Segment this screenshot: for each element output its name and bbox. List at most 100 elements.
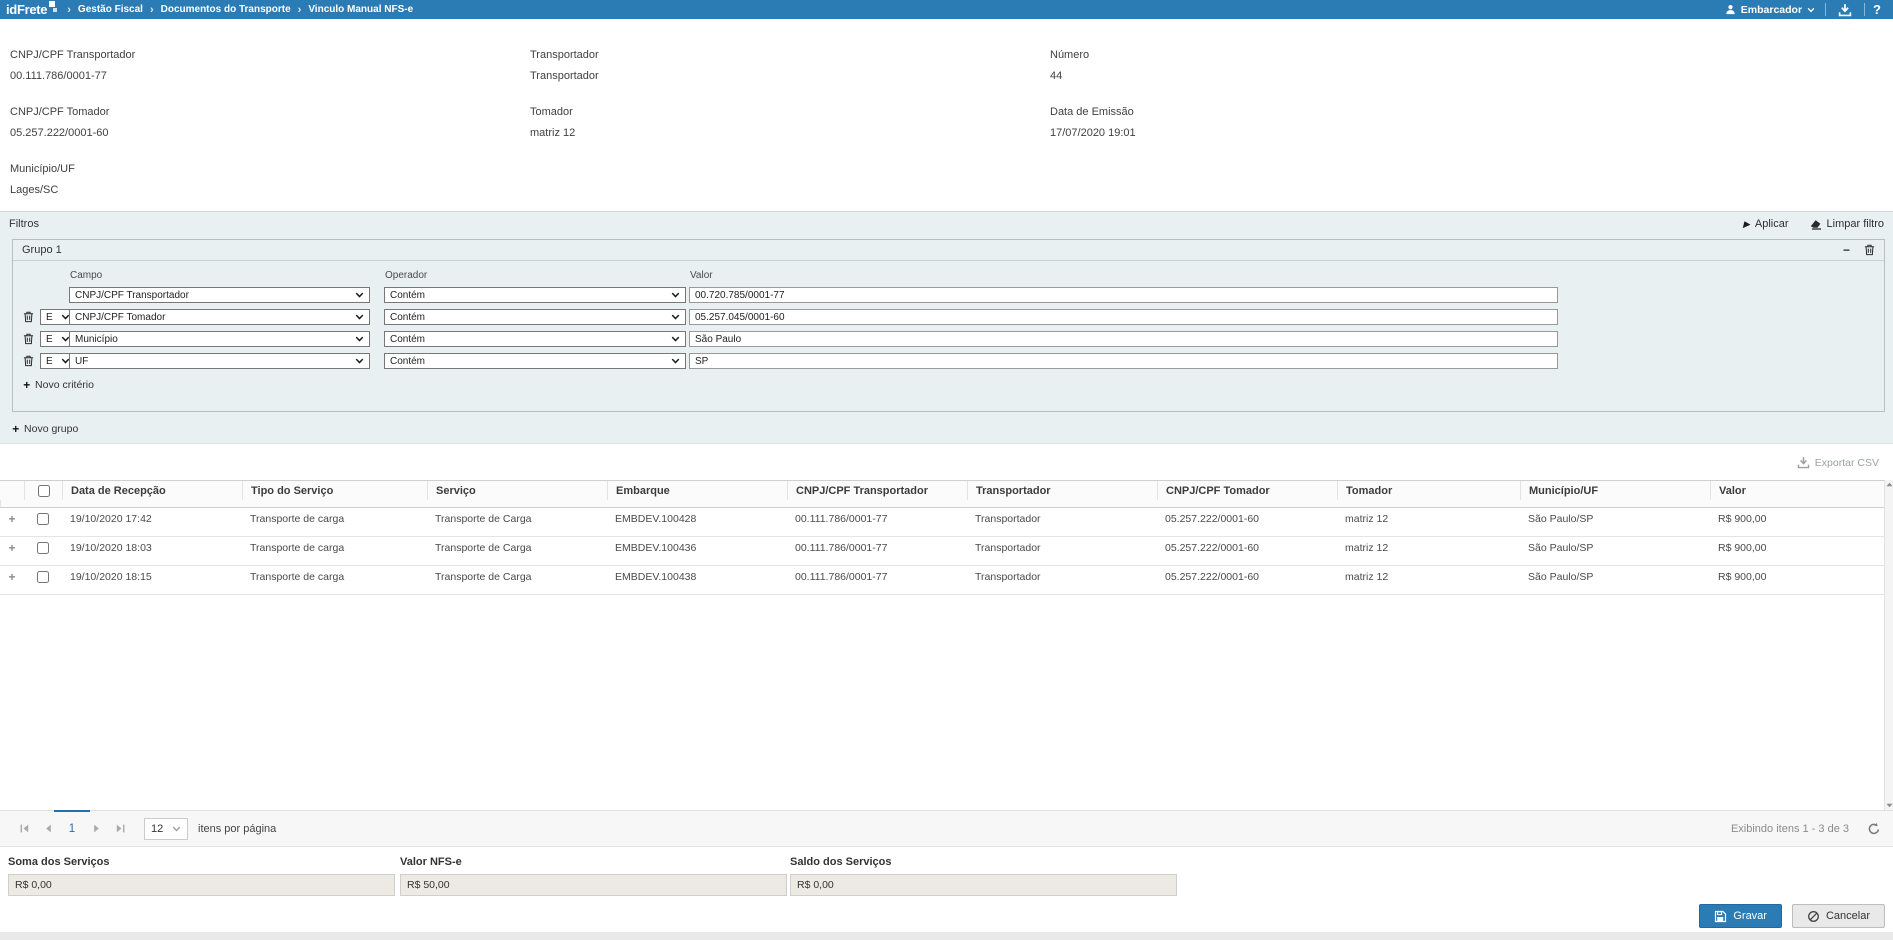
- save-label: Gravar: [1733, 910, 1767, 922]
- cell-servico: Transporte de Carga: [427, 571, 607, 583]
- cell-embarque: EMBDEV.100428: [607, 513, 787, 525]
- last-page-icon: [115, 823, 126, 834]
- play-icon: ▶: [1743, 219, 1750, 230]
- clear-filter-label: Limpar filtro: [1827, 218, 1884, 230]
- expand-row-button[interactable]: +: [8, 512, 15, 526]
- select-all-checkbox[interactable]: [38, 485, 50, 497]
- help-button[interactable]: ?: [1865, 0, 1893, 19]
- last-page-button[interactable]: [108, 823, 132, 834]
- cell-cnpj-tomador: 05.257.222/0001-60: [1157, 542, 1337, 554]
- page-size-select[interactable]: 12: [144, 818, 188, 840]
- clear-filter-button[interactable]: Limpar filtro: [1809, 218, 1884, 230]
- chevron-down-icon: [355, 358, 364, 364]
- row-checkbox[interactable]: [37, 513, 49, 525]
- column-header: Data de Recepção: [62, 481, 242, 500]
- delete-criterion-button[interactable]: [23, 332, 34, 350]
- operator-select[interactable]: Contém: [384, 353, 686, 369]
- page-size-label: itens por página: [198, 823, 276, 835]
- chevron-down-icon: [172, 826, 181, 832]
- field-select[interactable]: UF: [69, 353, 370, 369]
- table-scrollbar[interactable]: [1884, 480, 1893, 810]
- cell-cnpj-tomador: 05.257.222/0001-60: [1157, 513, 1337, 525]
- field-value: 05.257.222/0001-60: [10, 127, 135, 139]
- field-value: matriz 12: [530, 127, 599, 139]
- value-input[interactable]: [689, 287, 1558, 303]
- first-page-button[interactable]: [12, 823, 36, 834]
- soma-servicos-input[interactable]: [8, 874, 395, 896]
- value-input[interactable]: [689, 353, 1558, 369]
- cell-embarque: EMBDEV.100436: [607, 542, 787, 554]
- expand-column-header: [0, 481, 24, 500]
- value-input[interactable]: [689, 331, 1558, 347]
- operator-select[interactable]: Contém: [384, 309, 686, 325]
- previous-page-button[interactable]: [36, 823, 60, 834]
- field-cnpj-transportador: CNPJ/CPF Transportador 00.111.786/0001-7…: [10, 49, 135, 82]
- eraser-icon: [1809, 218, 1822, 230]
- operator-select[interactable]: Contém: [384, 287, 686, 303]
- valor-column-label: Valor: [690, 270, 713, 281]
- collapse-group-button[interactable]: −: [1843, 243, 1850, 257]
- cell-valor: R$ 900,00: [1710, 513, 1884, 525]
- trash-icon: [1864, 244, 1875, 256]
- new-criterion-button[interactable]: + Novo critério: [23, 379, 94, 391]
- valor-nfse-field: Valor NFS-e: [400, 856, 787, 896]
- app-logo[interactable]: idFrete: [0, 0, 67, 19]
- field-select-value: CNPJ/CPF Tomador: [75, 312, 165, 323]
- saldo-servicos-field: Saldo dos Serviços: [790, 856, 1177, 896]
- filter-criterion-row: E Município Contém: [13, 331, 1884, 348]
- scroll-down-icon[interactable]: [1886, 803, 1893, 808]
- column-header: Tomador: [1337, 481, 1520, 500]
- refresh-button[interactable]: [1867, 822, 1881, 836]
- delete-criterion-button[interactable]: [23, 310, 34, 328]
- operator-select[interactable]: Contém: [384, 331, 686, 347]
- value-input[interactable]: [689, 309, 1558, 325]
- cell-transportador: Transportador: [967, 513, 1157, 525]
- field-select[interactable]: Município: [69, 331, 370, 347]
- cell-cnpj-transportador: 00.111.786/0001-77: [787, 513, 967, 525]
- export-csv-button[interactable]: Exportar CSV: [1797, 456, 1879, 469]
- filter-criterion-row: CNPJ/CPF Transportador Contém: [13, 287, 1884, 304]
- new-criterion-label: Novo critério: [35, 379, 94, 391]
- row-checkbox[interactable]: [37, 571, 49, 583]
- breadcrumb-item-documentos-transporte[interactable]: Documentos do Transporte: [161, 4, 291, 15]
- breadcrumb-item-gestao-fiscal[interactable]: Gestão Fiscal: [78, 4, 143, 15]
- filter-group: Grupo 1 − Campo Operador Valor CNPJ/CPF …: [12, 239, 1885, 412]
- select-column-header: [24, 481, 62, 500]
- delete-group-button[interactable]: [1864, 244, 1875, 256]
- pagination-status: Exibindo itens 1 - 3 de 3: [1731, 823, 1849, 835]
- field-label: Data de Emissão: [1050, 106, 1136, 118]
- field-label: Transportador: [530, 49, 599, 61]
- row-checkbox[interactable]: [37, 542, 49, 554]
- chevron-down-icon: [355, 292, 364, 298]
- table-header-row: Data de Recepção Tipo do Serviço Serviço…: [0, 480, 1884, 508]
- chevron-down-icon: [355, 314, 364, 320]
- apply-filter-button[interactable]: ▶ Aplicar: [1743, 218, 1789, 230]
- profile-menu-button[interactable]: Embarcador: [1715, 0, 1825, 19]
- cell-municipio-uf: São Paulo/SP: [1520, 571, 1710, 583]
- valor-nfse-input[interactable]: [400, 874, 787, 896]
- field-select[interactable]: CNPJ/CPF Transportador: [69, 287, 370, 303]
- field-select[interactable]: CNPJ/CPF Tomador: [69, 309, 370, 325]
- column-header: CNPJ/CPF Tomador: [1157, 481, 1337, 500]
- save-button[interactable]: Gravar: [1699, 904, 1782, 928]
- saldo-servicos-input[interactable]: [790, 874, 1177, 896]
- expand-row-button[interactable]: +: [8, 541, 15, 555]
- column-header: Valor: [1710, 481, 1884, 500]
- logic-select-value: E: [46, 356, 53, 367]
- cell-transportador: Transportador: [967, 571, 1157, 583]
- cell-data-recepcao: 19/10/2020 17:42: [62, 513, 242, 525]
- scroll-up-icon[interactable]: [1886, 482, 1893, 487]
- cancel-button[interactable]: Cancelar: [1792, 904, 1885, 928]
- column-header: Embarque: [607, 481, 787, 500]
- field-value: Transportador: [530, 70, 599, 82]
- field-label: Soma dos Serviços: [8, 856, 395, 868]
- table-row: + 19/10/2020 18:03 Transporte de carga T…: [0, 537, 1884, 566]
- next-page-button[interactable]: [84, 823, 108, 834]
- new-group-button[interactable]: + Novo grupo: [12, 423, 78, 435]
- download-button[interactable]: [1826, 0, 1864, 19]
- app-logo-text: idFrete: [6, 0, 47, 19]
- expand-row-button[interactable]: +: [8, 570, 15, 584]
- page-number-button[interactable]: 1: [60, 823, 84, 835]
- breadcrumb-item-vinculo-manual[interactable]: Vinculo Manual NFS-e: [308, 4, 413, 15]
- delete-criterion-button[interactable]: [23, 354, 34, 372]
